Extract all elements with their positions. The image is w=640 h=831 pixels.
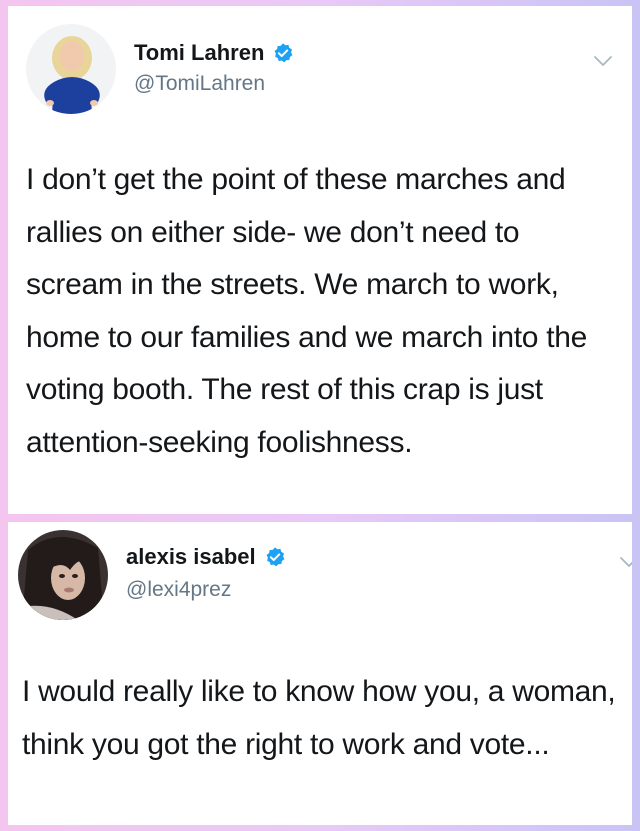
avatar-image <box>26 24 116 114</box>
display-name[interactable]: Tomi Lahren <box>134 40 264 66</box>
avatar-image <box>18 530 108 620</box>
chevron-down-icon[interactable] <box>594 54 612 67</box>
avatar[interactable] <box>18 530 108 620</box>
verified-badge-icon <box>264 546 286 568</box>
author-name-row[interactable]: alexis isabel <box>126 544 286 570</box>
chevron-down-icon[interactable] <box>620 555 632 568</box>
handle[interactable]: @TomiLahren <box>134 72 265 96</box>
avatar[interactable] <box>26 24 116 114</box>
verified-badge-icon <box>272 42 294 64</box>
tweet-card[interactable]: Tomi Lahren @TomiLahren I don’t get the … <box>8 6 632 514</box>
tweet-card[interactable]: alexis isabel @lexi4prez I would really … <box>8 522 632 825</box>
tweet-text: I don’t get the point of these marches a… <box>26 163 588 459</box>
display-name[interactable]: alexis isabel <box>126 544 256 570</box>
tweet-text: I would really like to know how you, a w… <box>22 675 616 761</box>
author-name-row[interactable]: Tomi Lahren <box>134 40 294 66</box>
handle[interactable]: @lexi4prez <box>126 578 231 602</box>
